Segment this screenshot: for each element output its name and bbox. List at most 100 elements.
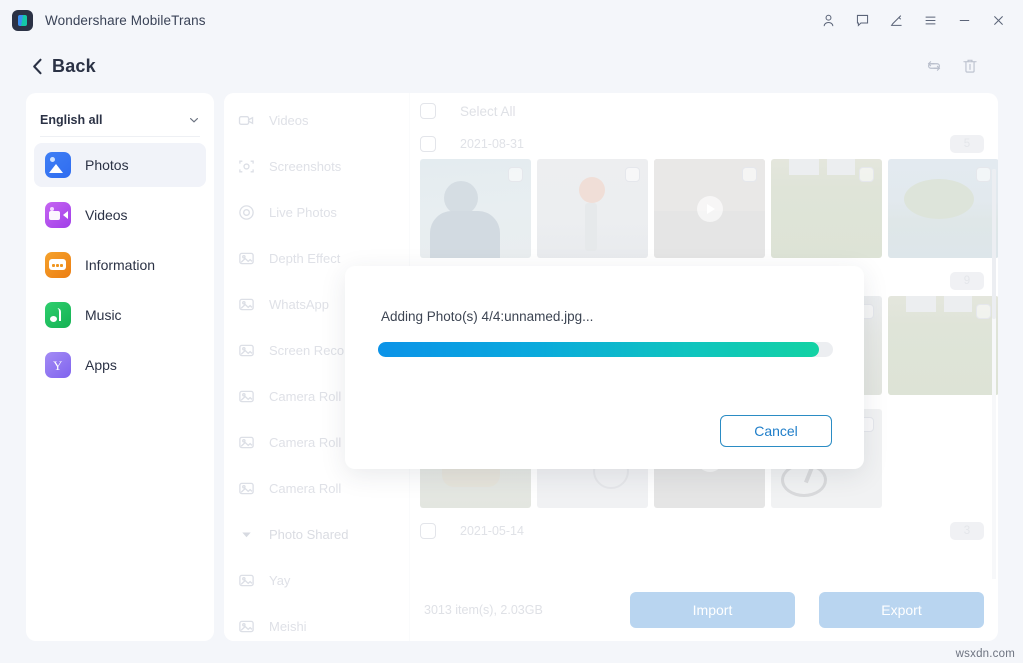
category-yay[interactable]: Yay bbox=[224, 557, 409, 603]
thumbnail-checkbox[interactable] bbox=[976, 304, 991, 319]
thumbnail-checkbox[interactable] bbox=[742, 167, 757, 182]
photo-icon bbox=[237, 341, 256, 360]
photo-icon bbox=[237, 571, 256, 590]
select-all-label: Select All bbox=[460, 103, 516, 119]
category-label: WhatsApp bbox=[269, 296, 329, 312]
progress-bar-fill bbox=[378, 342, 820, 357]
category-label: Photo Shared bbox=[269, 526, 349, 542]
sidebar-item-music[interactable]: Music bbox=[34, 293, 206, 337]
scrollbar-thumb[interactable] bbox=[992, 169, 996, 319]
sidebar-item-information[interactable]: Information bbox=[34, 243, 206, 287]
back-label: Back bbox=[52, 55, 96, 76]
apps-icon: Y bbox=[45, 352, 71, 378]
refresh-icon[interactable] bbox=[925, 57, 943, 75]
select-all-checkbox[interactable] bbox=[420, 103, 436, 119]
sidebar: English all Photos Videos Information Mu… bbox=[26, 93, 214, 641]
videos-icon bbox=[45, 202, 71, 228]
edit-icon[interactable] bbox=[881, 6, 911, 34]
category-label: Camera Roll bbox=[269, 388, 342, 404]
language-selector[interactable]: English all bbox=[40, 103, 200, 137]
sidebar-item-photos[interactable]: Photos bbox=[34, 143, 206, 187]
video-thumbnail[interactable] bbox=[654, 159, 765, 258]
group-date: 2021-08-31 bbox=[460, 137, 524, 151]
photo-thumbnail[interactable] bbox=[888, 159, 998, 258]
sidebar-items: Photos Videos Information Music Y Apps bbox=[26, 143, 214, 387]
music-icon bbox=[45, 302, 71, 328]
app-title: Wondershare MobileTrans bbox=[45, 12, 206, 28]
category-label: Yay bbox=[269, 572, 291, 588]
photo-icon bbox=[237, 617, 256, 636]
play-icon bbox=[696, 195, 723, 222]
back-button[interactable]: Back bbox=[32, 56, 96, 77]
thumbnail-checkbox[interactable] bbox=[976, 167, 991, 182]
progress-bar bbox=[378, 342, 833, 357]
chevron-left-icon bbox=[33, 58, 42, 74]
category-label: Screenshots bbox=[269, 158, 342, 174]
category-label: Camera Roll bbox=[269, 480, 342, 496]
photo-row bbox=[410, 159, 998, 266]
photo-thumbnail[interactable] bbox=[888, 296, 998, 395]
item-count-label: 3013 item(s), 2.03GB bbox=[424, 603, 543, 617]
category-meishi[interactable]: Meishi bbox=[224, 603, 409, 641]
photo-icon bbox=[237, 479, 256, 498]
caret-down-icon bbox=[237, 525, 256, 544]
cancel-button[interactable]: Cancel bbox=[720, 415, 832, 447]
category-label: Videos bbox=[269, 112, 309, 128]
screenshot-icon bbox=[237, 157, 256, 176]
photo-group-header: 2021-05-14 3 bbox=[410, 516, 998, 546]
category-label: Meishi bbox=[269, 618, 307, 634]
thumbnail-checkbox[interactable] bbox=[625, 167, 640, 182]
footer-action-bar: 3013 item(s), 2.03GB Import Export bbox=[410, 579, 998, 641]
photo-thumbnail[interactable] bbox=[771, 159, 882, 258]
category-videos[interactable]: Videos bbox=[224, 97, 409, 143]
photo-thumbnail[interactable] bbox=[420, 159, 531, 258]
thumbnail-checkbox[interactable] bbox=[508, 167, 523, 182]
category-live-photos[interactable]: Live Photos bbox=[224, 189, 409, 235]
back-bar-actions bbox=[925, 57, 1023, 75]
scrollbar[interactable] bbox=[992, 169, 996, 579]
menu-icon[interactable] bbox=[915, 6, 945, 34]
category-label: Live Photos bbox=[269, 204, 337, 220]
category-group-photo-shared[interactable]: Photo Shared bbox=[224, 511, 409, 557]
sidebar-item-videos[interactable]: Videos bbox=[34, 193, 206, 237]
app-window: Wondershare MobileTrans Back English all… bbox=[0, 0, 1023, 663]
delete-icon[interactable] bbox=[961, 57, 979, 75]
photos-icon bbox=[45, 152, 71, 178]
category-label: Camera Roll bbox=[269, 434, 342, 450]
group-date: 2021-05-14 bbox=[460, 524, 524, 538]
close-icon[interactable] bbox=[983, 6, 1013, 34]
group-checkbox[interactable] bbox=[420, 136, 436, 152]
watermark: wsxdn.com bbox=[955, 648, 1015, 660]
back-bar: Back bbox=[0, 40, 1023, 92]
title-bar: Wondershare MobileTrans bbox=[0, 0, 1023, 40]
sidebar-label: Information bbox=[85, 257, 156, 273]
video-camera-icon bbox=[237, 111, 256, 130]
group-count-badge: 9 bbox=[950, 272, 984, 290]
sidebar-item-apps[interactable]: Y Apps bbox=[34, 343, 206, 387]
import-button[interactable]: Import bbox=[630, 592, 795, 628]
photo-icon bbox=[237, 433, 256, 452]
chevron-down-icon bbox=[190, 117, 198, 123]
thumbnail-checkbox[interactable] bbox=[859, 167, 874, 182]
photo-thumbnail[interactable] bbox=[537, 159, 648, 258]
language-label: English all bbox=[40, 112, 103, 127]
progress-message: Adding Photo(s) 4/4:unnamed.jpg... bbox=[381, 309, 594, 324]
group-count-badge: 3 bbox=[950, 522, 984, 540]
information-icon bbox=[45, 252, 71, 278]
category-label: Depth Effect bbox=[269, 250, 341, 266]
account-icon[interactable] bbox=[813, 6, 843, 34]
feedback-icon[interactable] bbox=[847, 6, 877, 34]
footer-buttons: Import Export bbox=[630, 592, 984, 628]
sidebar-label: Music bbox=[85, 307, 122, 323]
progress-dialog: Adding Photo(s) 4/4:unnamed.jpg... Cance… bbox=[345, 266, 864, 469]
sidebar-label: Photos bbox=[85, 157, 129, 173]
category-screenshots[interactable]: Screenshots bbox=[224, 143, 409, 189]
export-button[interactable]: Export bbox=[819, 592, 984, 628]
minimize-icon[interactable] bbox=[949, 6, 979, 34]
category-camera-roll-3[interactable]: Camera Roll bbox=[224, 465, 409, 511]
live-photo-icon bbox=[237, 203, 256, 222]
group-checkbox[interactable] bbox=[420, 523, 436, 539]
sidebar-label: Apps bbox=[85, 357, 117, 373]
select-all-row: Select All bbox=[410, 93, 998, 129]
photo-icon bbox=[237, 249, 256, 268]
